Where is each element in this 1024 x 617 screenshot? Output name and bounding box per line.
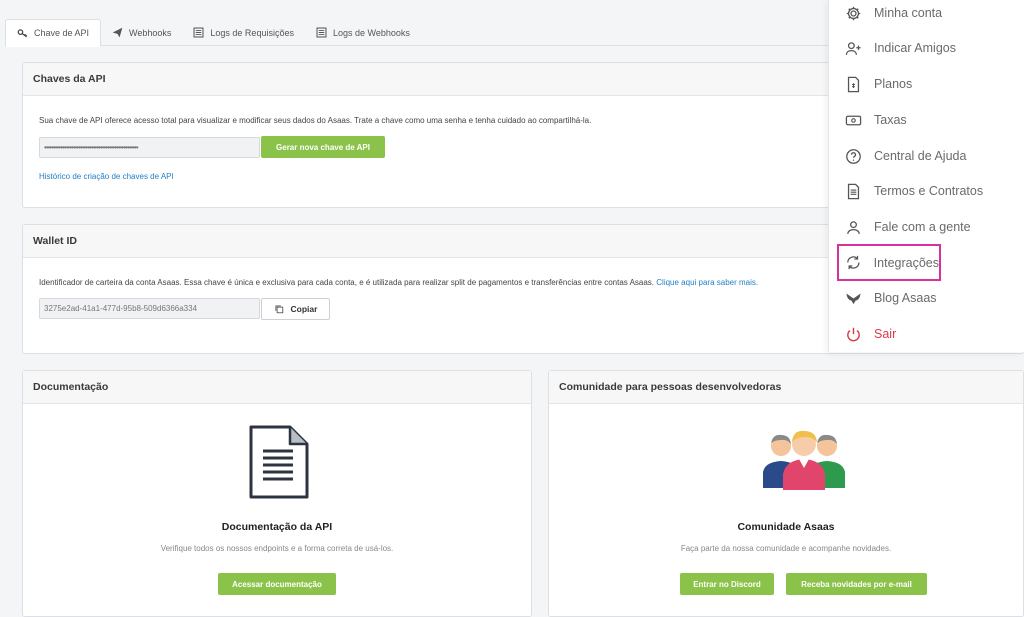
learn-more-link[interactable]: Clique aqui para saber mais. xyxy=(656,278,758,287)
api-key-field[interactable]: ••••••••••••••••••••••••••••••••••••••••… xyxy=(39,137,260,158)
document-icon xyxy=(847,183,860,199)
api-key-value: ••••••••••••••••••••••••••••••••••••••••… xyxy=(44,143,139,152)
email-news-button[interactable]: Receba novidades por e-mail xyxy=(786,573,927,595)
menu-item-indicar-amigos[interactable]: Indicar Amigos xyxy=(839,33,1019,63)
butterfly-icon xyxy=(846,293,861,304)
list-icon xyxy=(193,27,204,38)
community-card-subtitle: Faça parte da nossa comunidade e acompan… xyxy=(680,544,892,553)
help-circle-icon xyxy=(846,148,861,164)
tab-chave-de-api[interactable]: Chave de API xyxy=(5,19,102,47)
panel-title: Documentação xyxy=(23,371,531,404)
menu-item-label: Indicar Amigos xyxy=(874,41,956,55)
tab-label: Logs de Webhooks xyxy=(332,27,410,38)
menu-item-label: Planos xyxy=(874,77,913,91)
tab-logs-webhooks[interactable]: Logs de Webhooks xyxy=(305,19,421,46)
refresh-icon xyxy=(847,255,860,270)
documentation-panel: Documentação Documentação da API Verifiq… xyxy=(22,370,532,617)
menu-item-blog-asaas[interactable]: Blog Asaas xyxy=(839,283,1019,313)
generate-api-key-button[interactable]: Gerar nova chave de API xyxy=(261,136,385,158)
tab-logs-requisicoes[interactable]: Logs de Requisições xyxy=(182,19,305,46)
power-icon xyxy=(847,327,860,341)
document-dollar-icon xyxy=(847,76,860,92)
menu-item-label: Termos e Contratos xyxy=(874,184,984,198)
menu-item-planos[interactable]: Planos xyxy=(839,69,1019,99)
document-icon xyxy=(249,425,309,499)
menu-item-label: Fale com a gente xyxy=(874,220,971,234)
menu-item-integracoes[interactable]: Integrações xyxy=(837,244,941,281)
community-panel: Comunidade para pessoas desenvolvedoras … xyxy=(548,370,1024,617)
account-menu: Minha conta Indicar Amigos Planos Taxas … xyxy=(828,0,1024,352)
wallet-id-field[interactable]: 3275e2ad-41a1-477d-95b8-509d6366a334 xyxy=(39,298,260,319)
banknote-icon xyxy=(845,115,862,125)
gear-icon xyxy=(846,6,861,20)
discord-button[interactable]: Entrar no Discord xyxy=(680,573,774,595)
copy-icon xyxy=(274,305,283,314)
panel-title: Comunidade para pessoas desenvolvedoras xyxy=(549,371,1023,404)
paper-plane-icon xyxy=(112,27,123,38)
menu-item-termos-e-contratos[interactable]: Termos e Contratos xyxy=(839,176,1019,206)
copy-label: Copiar xyxy=(290,304,318,314)
user-icon xyxy=(847,220,860,234)
api-key-history-link[interactable]: Histórico de criação de chaves de API xyxy=(39,172,174,181)
wallet-id-value: 3275e2ad-41a1-477d-95b8-509d6366a334 xyxy=(44,304,198,313)
doc-card-title: Documentação da API xyxy=(221,521,333,533)
menu-item-label: Minha conta xyxy=(874,6,943,20)
menu-item-fale-com-a-gente[interactable]: Fale com a gente xyxy=(839,212,1019,242)
menu-item-sair[interactable]: Sair xyxy=(839,319,1019,349)
menu-item-label: Central de Ajuda xyxy=(874,149,967,163)
menu-item-label: Sair xyxy=(874,327,897,341)
community-card-title: Comunidade Asaas xyxy=(737,521,835,533)
tab-label: Logs de Requisições xyxy=(210,27,294,38)
api-keys-description: Sua chave de API oferece acesso total pa… xyxy=(39,116,592,125)
doc-card-subtitle: Verifique todos os nossos endpoints e a … xyxy=(160,544,394,553)
key-icon xyxy=(17,28,28,37)
menu-item-label: Blog Asaas xyxy=(874,291,937,305)
access-docs-button[interactable]: Acessar documentação xyxy=(218,573,336,595)
menu-item-minha-conta[interactable]: Minha conta xyxy=(839,0,1019,28)
add-user-icon xyxy=(845,41,861,55)
menu-item-label: Taxas xyxy=(874,113,907,127)
list-icon xyxy=(316,27,327,38)
menu-item-central-de-ajuda[interactable]: Central de Ajuda xyxy=(839,141,1019,171)
community-people-icon xyxy=(763,430,845,490)
tab-label: Webhooks xyxy=(129,27,172,38)
tab-webhooks[interactable]: Webhooks xyxy=(101,19,182,46)
menu-item-taxas[interactable]: Taxas xyxy=(839,105,1019,135)
menu-item-label: Integrações xyxy=(873,255,939,270)
wallet-description-text: Identificador de carteira da conta Asaas… xyxy=(39,278,655,287)
copy-button[interactable]: Copiar xyxy=(261,298,330,320)
tab-label: Chave de API xyxy=(34,28,90,38)
wallet-description: Identificador de carteira da conta Asaas… xyxy=(39,278,758,287)
